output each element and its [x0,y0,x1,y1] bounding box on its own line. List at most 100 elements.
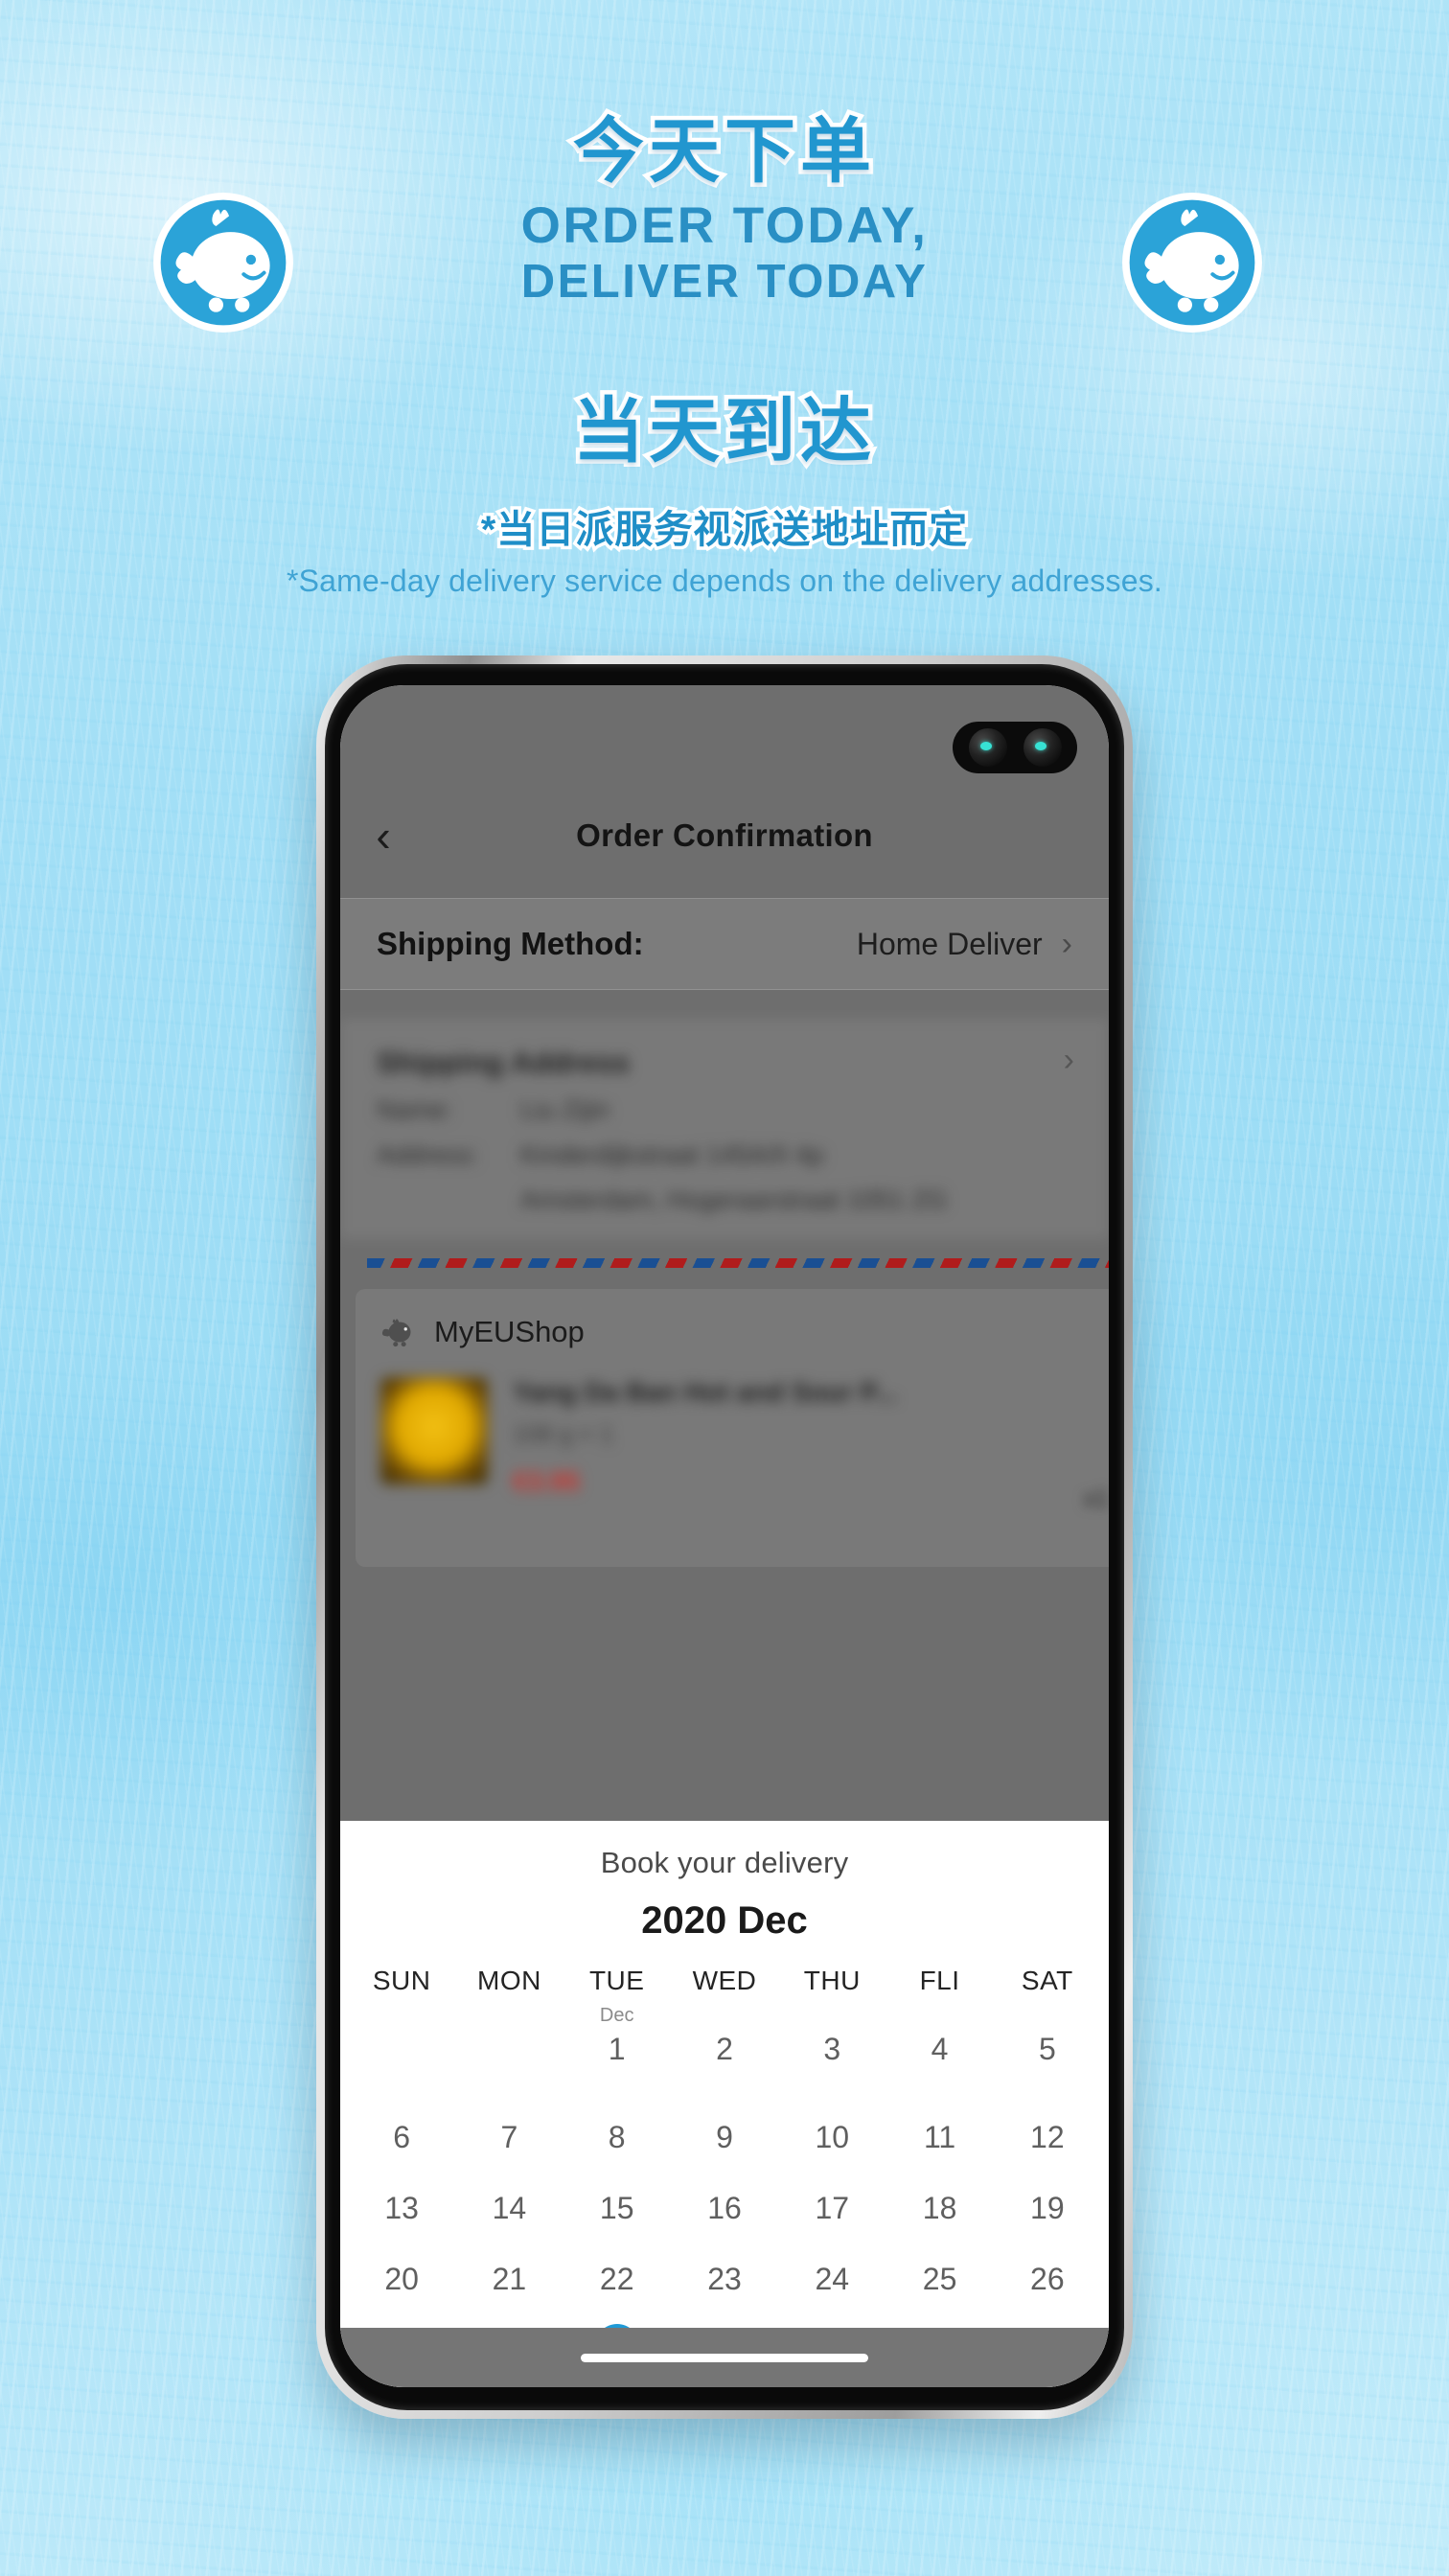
weekday-fri: FLI [919,1966,960,1995]
calendar-day-20[interactable]: 20 [348,2232,455,2303]
calendar-day-15[interactable]: 15 [564,2161,671,2232]
home-indicator[interactable] [581,2353,868,2362]
phone-bezel: ‹ Order Confirmation Shipping Method: Ho… [325,664,1124,2410]
shipping-address-name-line: Name: Liu Zijin [377,1095,1072,1125]
calendar-day-number: 2 [716,2032,733,2066]
calendar-day-5[interactable]: 5 [994,2002,1101,2073]
calendar-day-number: 12 [1030,2120,1065,2154]
calendar-day-14[interactable]: 14 [455,2161,563,2232]
calendar-day-18[interactable]: 18 [886,2161,993,2232]
calendar-day-number: 17 [815,2191,850,2225]
sheet-title: Book your delivery [600,1846,849,1879]
calendar-day-12[interactable]: 12 [994,2090,1101,2161]
chevron-right-icon: › [1061,926,1072,962]
calendar-day-19[interactable]: 19 [994,2161,1101,2232]
footnote-chinese: *当日派服务视派送地址而定 [477,506,971,555]
headline-chinese-secondary: 当天到达 [569,387,876,475]
shipping-method-value-group: Home Deliver › [857,927,1072,962]
product-quantity: x1 [1083,1485,1109,1512]
shipping-address-card[interactable]: Shipping Address Name: Liu Zijin Address:… [340,1019,1109,1239]
weekday-wed: WED [692,1966,757,1995]
airmail-divider [367,1258,1109,1268]
product-thumbnail-icon [380,1377,488,1484]
weekday-sat: SAT [1021,1966,1073,1995]
shipping-address-value-2: Amsterdam, Hogeraarstraat 1051 ZG [520,1185,948,1214]
calendar-day-7[interactable]: 7 [455,2090,563,2161]
camera-lens-icon [1023,728,1062,767]
calendar-day-number: 26 [1030,2262,1065,2296]
calendar-day-24[interactable]: 24 [778,2232,886,2303]
delivery-date-picker-sheet: Book your delivery 2020 Dec SUN MON TUE … [340,1821,1109,2387]
calendar-day-number: 16 [707,2191,742,2225]
calendar-day-25[interactable]: 25 [886,2232,993,2303]
page-title: Order Confirmation [576,817,873,853]
promo-banner: 今天下单 Order today, deliver today 当天到达 *当日… [0,0,1449,632]
calendar-day-22[interactable]: 22 [564,2232,671,2303]
product-spec: 108 g × 1 [513,1421,613,1448]
calendar-day-number: 4 [931,2032,949,2066]
calendar-month-label: 2020 Dec [641,1899,808,1942]
calendar-day-number: 15 [599,2191,634,2225]
calendar-day-16[interactable]: 16 [671,2161,778,2232]
calendar-day-number: 5 [1038,2032,1056,2066]
calendar-day-number: 8 [608,2120,626,2154]
calendar-day-23[interactable]: 23 [671,2232,778,2303]
headline-english-line1: Order today, [520,197,929,254]
calendar-day-number: 22 [599,2262,634,2296]
calendar-day-4[interactable]: 4 [886,2002,993,2073]
calendar-day-number: 18 [922,2191,957,2225]
shipping-address-value-1: Kinderdijkstraat 145A/II 4p [520,1140,824,1169]
shop-order-card: MyEUShop Yang Da Ban Hot and Sour P... 1… [356,1289,1109,1567]
calendar-day-1[interactable]: Dec 1 [564,2002,671,2090]
dual-punch-hole-camera-icon [953,722,1077,773]
calendar-day-6[interactable]: 6 [348,2090,455,2161]
calendar-day-number: 3 [823,2032,841,2066]
weekday-thu: THU [803,1966,861,1995]
calendar-day-number: 23 [707,2262,742,2296]
headline-chinese-primary: 今天下单 [569,107,876,196]
calendar-day-2[interactable]: 2 [671,2002,778,2073]
calendar-day-number: 6 [393,2120,411,2154]
home-indicator-bar [340,2328,1109,2387]
app-navigation-bar: ‹ Order Confirmation [340,794,1109,877]
calendar-day-13[interactable]: 13 [348,2161,455,2232]
calendar-day-number: 21 [492,2262,527,2296]
calendar-day-9[interactable]: 9 [671,2090,778,2161]
calendar-month-marker: Dec [599,2005,634,2026]
shipping-method-value: Home Deliver [856,926,1043,961]
product-row[interactable]: Yang Da Ban Hot and Sour P... 108 g × 1 … [356,1352,1109,1497]
order-confirmation-screen: ‹ Order Confirmation Shipping Method: Ho… [340,685,1109,1882]
shipping-method-label: Shipping Method: [377,926,644,961]
calendar-day-number: 24 [815,2262,850,2296]
shipping-address-title: Shipping Address [377,1046,631,1079]
shipping-address-line-2: Amsterdam, Hogeraarstraat 1051 ZG [377,1185,1072,1215]
calendar-day-number: 1 [608,2032,626,2066]
calendar-weekday-header: SUN MON TUE WED THU FLI SAT [340,1966,1109,1996]
shipping-method-row[interactable]: Shipping Method: Home Deliver › [340,898,1109,990]
calendar-day-26[interactable]: 26 [994,2232,1101,2303]
headline-english-line2: deliver today [520,256,929,309]
calendar-day-8[interactable]: 8 [564,2090,671,2161]
calendar-day-11[interactable]: 11 [886,2090,993,2161]
camera-lens-icon [968,728,1007,767]
calendar-day-3[interactable]: 3 [778,2002,886,2073]
back-button[interactable]: ‹ [350,814,417,858]
weekday-sun: SUN [372,1966,431,1995]
calendar-day-number: 14 [492,2191,527,2225]
phone-mockup: ‹ Order Confirmation Shipping Method: Ho… [316,656,1133,2419]
calendar-day-17[interactable]: 17 [778,2161,886,2232]
product-price: €3.95 [513,1466,581,1496]
phone-screen: ‹ Order Confirmation Shipping Method: Ho… [340,685,1109,2387]
calendar-day-number: 11 [923,2120,956,2154]
calendar-day-number: 13 [384,2191,419,2225]
product-title: Yang Da Ban Hot and Sour P... [513,1377,897,1407]
shop-name: MyEUShop [434,1315,585,1348]
shop-header[interactable]: MyEUShop [356,1289,1109,1352]
calendar-day-10[interactable]: 10 [778,2090,886,2161]
footnote-english: *Same-day delivery service depends on th… [286,564,1162,598]
calendar-day-number: 7 [500,2120,518,2154]
chevron-right-icon: › [1063,1042,1074,1078]
shipping-address-line-1: Address: Kinderdijkstraat 145A/II 4p [377,1140,1072,1170]
product-info: Yang Da Ban Hot and Sour P... 108 g × 1 … [513,1377,1109,1497]
calendar-day-21[interactable]: 21 [455,2232,563,2303]
